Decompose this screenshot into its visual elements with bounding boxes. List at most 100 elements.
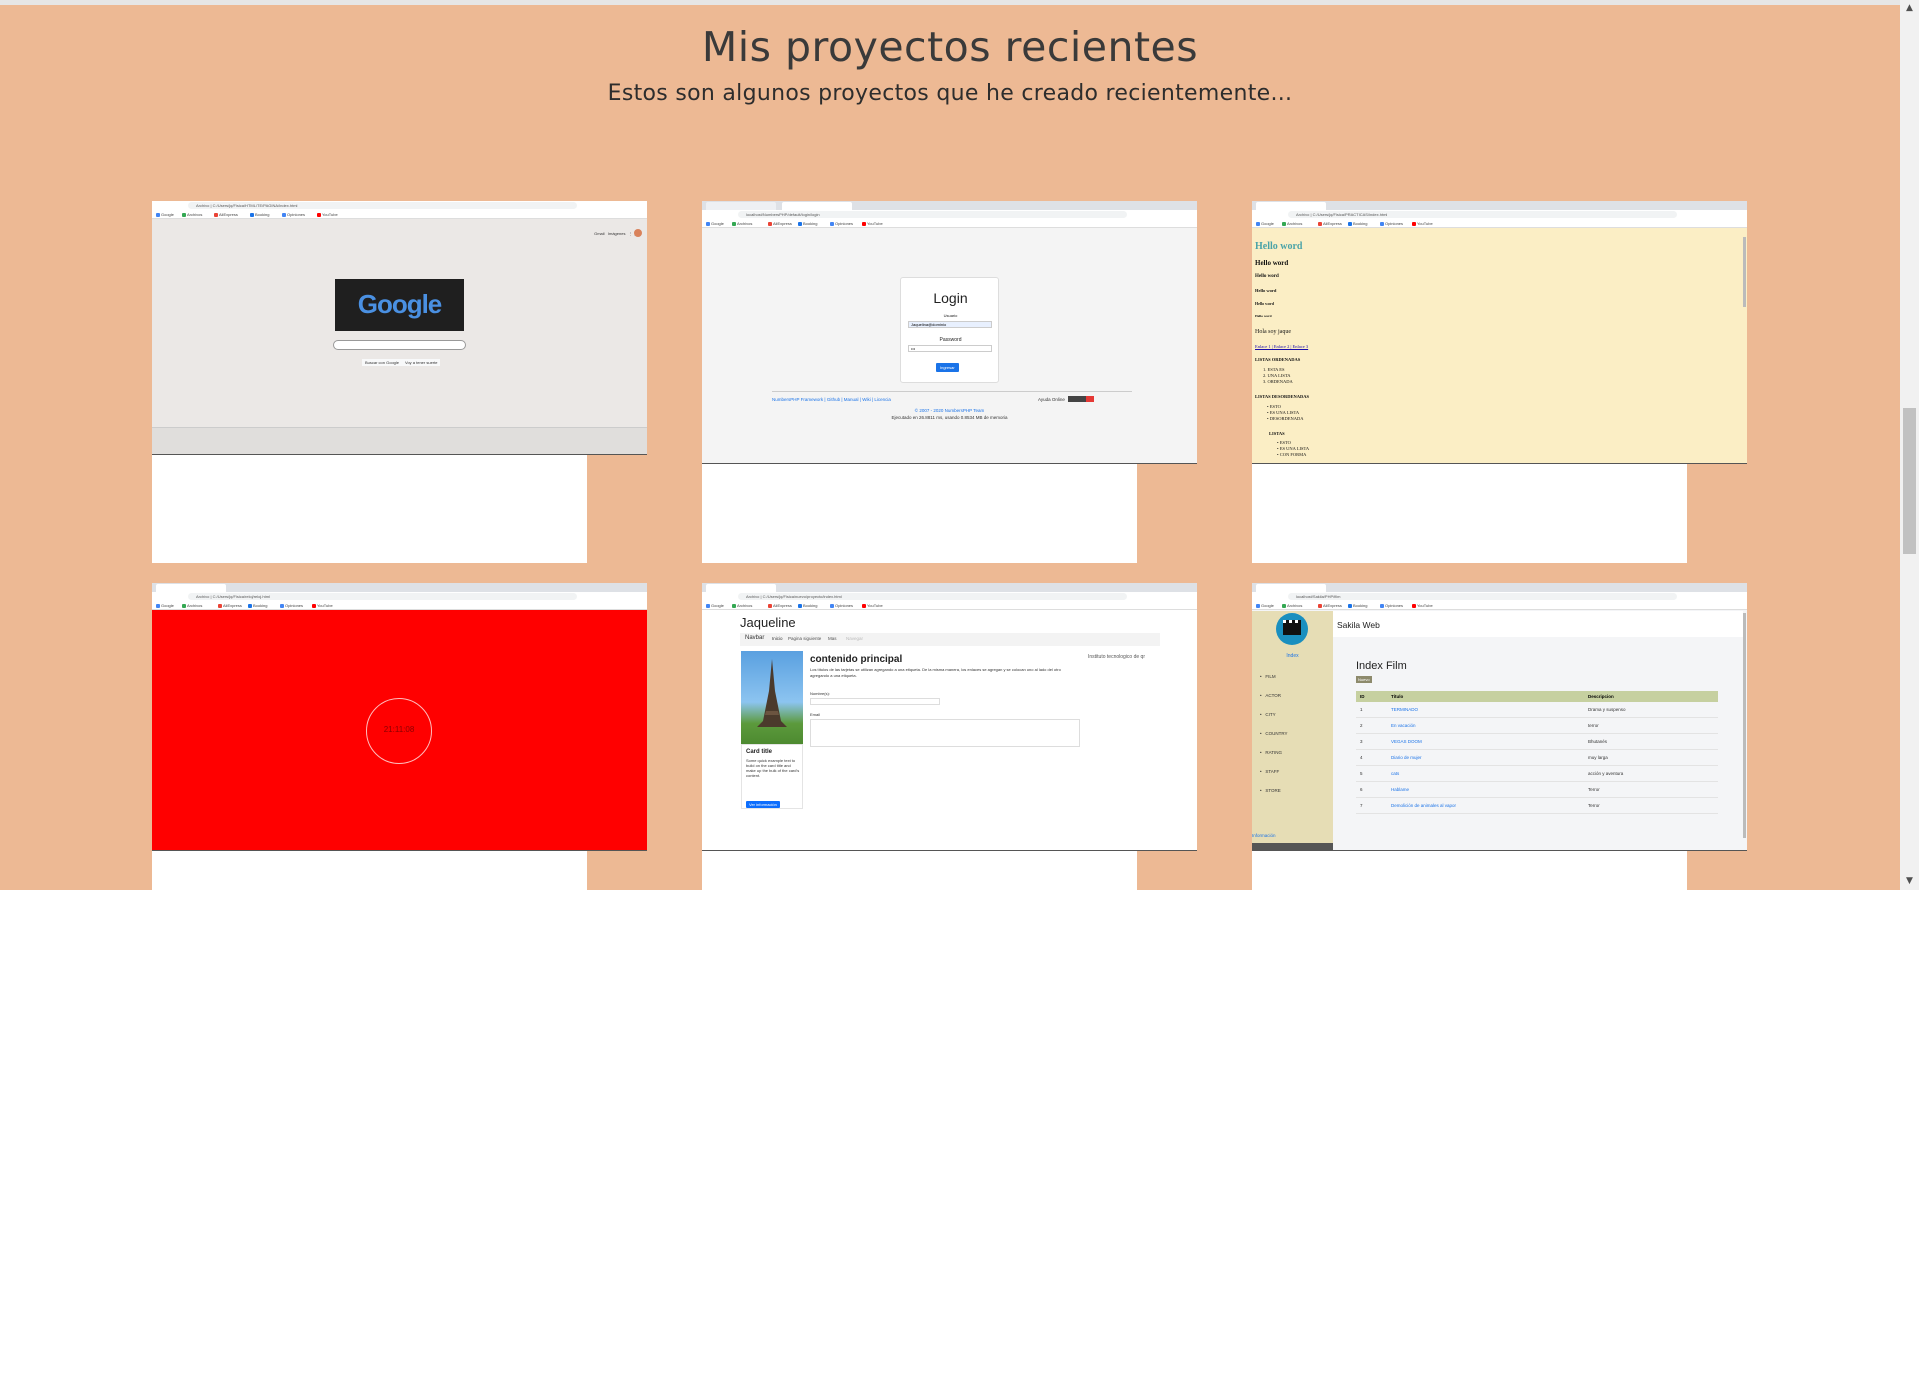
browser-tabs [702, 583, 1197, 592]
login-submit-button[interactable]: Ingresar [936, 363, 959, 372]
table-row[interactable]: 3 VEGAS DOOM Bhutanés [1356, 734, 1718, 750]
project-card-bootstrap[interactable]: Archivo | C:/Users/jq/Fisica/nuevo/proye… [702, 583, 1197, 890]
cell-description: Terror [1588, 803, 1600, 808]
page-scrollbar[interactable]: ▲ ▼ [1900, 0, 1919, 890]
google-search-input[interactable] [333, 340, 466, 350]
scroll-up-arrow-icon[interactable]: ▲ [1900, 0, 1919, 17]
table-row[interactable]: 5 cats acción y aventura [1356, 766, 1718, 782]
card-button[interactable]: Ver información [746, 801, 780, 808]
app-title: Sakila Web [1337, 620, 1380, 630]
project-screenshot[interactable]: Archivo | C:/Users/jq/Fisica/reloj/reloj… [152, 583, 647, 851]
sidebar-item-country[interactable]: • COUNTRY [1260, 724, 1288, 743]
project-screenshot[interactable]: Archivo | C:/Users/jq/Fisica/HTML/TE/PAG… [152, 201, 647, 455]
browser-tabs [702, 201, 1197, 210]
menu-label: STAFF [1265, 769, 1280, 774]
nested-item: ESTO [1279, 440, 1291, 445]
browser-address-bar: Archivo | C:/Users/jq/Fisica/HTML/TE/PAG… [152, 201, 647, 211]
login-footer-help: Ayuda Online [1038, 397, 1065, 402]
hello-intro: Hola soy jaque [1255, 329, 1291, 335]
browser-address-bar: Archivo | C:/Users/jq/Fisica/nuevo/proye… [702, 592, 1197, 602]
navbar-brand[interactable]: Navbar [745, 635, 764, 641]
table-row[interactable]: 7 Demolición de animales al vapor Terror [1356, 798, 1718, 814]
new-button[interactable]: Nuevo [1356, 676, 1372, 683]
cell-id: 5 [1360, 771, 1363, 776]
browser-url: Archivo | C:/Users/jq/Fisica/reloj/reloj… [188, 593, 577, 600]
project-card-clock[interactable]: Archivo | C:/Users/jq/Fisica/reloj/reloj… [152, 583, 647, 890]
google-lucky-button[interactable]: Voy a tener suerte [402, 359, 441, 366]
user-field[interactable]: Jaquelina@dominio [908, 321, 992, 328]
name-input[interactable] [810, 698, 940, 705]
project-screenshot[interactable]: Archivo | C:/Users/jq/Fisica/PRACTICAS/i… [1252, 201, 1747, 464]
sidebar-item-rating[interactable]: • RATING [1260, 743, 1288, 762]
menu-label: STORE [1265, 788, 1281, 793]
user-label: Usuario [943, 313, 958, 318]
inner-scrollbar[interactable] [1743, 613, 1746, 838]
nav-link-inicio[interactable]: Inicio [772, 636, 783, 641]
nav-link-disabled: Navegar [846, 636, 864, 641]
viewport: Mis proyectos recientes Estos son alguno… [0, 0, 1919, 890]
cell-description: Drama y suspenso [1588, 707, 1626, 712]
login-exec-time: Ejecutado en 26.8811 ms, usando 0.8534 M… [891, 415, 1008, 420]
project-card-google[interactable]: Archivo | C:/Users/jq/Fisica/HTML/TE/PAG… [152, 201, 647, 563]
password-field[interactable]: ••• [908, 345, 992, 352]
ul-item: DESORDENADA [1269, 416, 1304, 421]
bookmarks-bar: Google Archivos AliExpress Booking Opini… [152, 602, 647, 610]
sidebar-item-index[interactable]: Index [1252, 653, 1333, 659]
table-row[interactable]: 4 Diario de mujer muy larga [1356, 750, 1718, 766]
table-row[interactable]: 1 TERMINADO Drama y suspenso [1356, 702, 1718, 718]
sidebar-item-film[interactable]: • FILM [1260, 667, 1288, 686]
sidebar-info-link[interactable]: Información [1252, 833, 1276, 838]
nav-link-siguiente[interactable]: Pagina siguiente [788, 636, 821, 641]
ol-item: ESTA ES [1267, 367, 1285, 372]
section-subtitle: Estos son algunos proyectos que he cread… [607, 81, 1293, 106]
inner-scrollbar[interactable] [1743, 237, 1746, 307]
project-card-login[interactable]: localhost/NumbersPHP/default/login/login… [702, 201, 1197, 563]
login-footer-links[interactable]: NumbersPHP Framework | Github | Manual |… [772, 397, 891, 402]
projects-section: Mis proyectos recientes Estos son alguno… [0, 5, 1900, 890]
table-body: 1 TERMINADO Drama y suspenso 2 En vacación te… [1356, 702, 1718, 814]
browser-tabs [152, 583, 647, 592]
browser-tabs [1252, 201, 1747, 210]
ul-item: ES UNA LISTA [1269, 410, 1300, 415]
browser-url: Archivo | C:/Users/jq/Fisica/HTML/TE/PAG… [188, 202, 577, 209]
table-row[interactable]: 6 Hablame Terror [1356, 782, 1718, 798]
project-card-sakila[interactable]: localhost/Sakila/PHP/film Google Archivo… [1252, 583, 1747, 890]
project-screenshot[interactable]: localhost/NumbersPHP/default/login/login… [702, 201, 1197, 464]
table-row[interactable]: 2 En vacación terror [1356, 718, 1718, 734]
cell-id: 3 [1360, 739, 1363, 744]
google-search-button[interactable]: Buscar con Google [362, 359, 403, 366]
ol-item: UNA LISTA [1267, 373, 1291, 378]
project-card-hello[interactable]: Archivo | C:/Users/jq/Fisica/PRACTICAS/i… [1252, 201, 1747, 563]
ordered-list-title: LISTAS ORDENADAS [1255, 357, 1301, 362]
browser-url: Archivo | C:/Users/jq/Fisica/nuevo/proye… [738, 593, 1127, 600]
sidebar-item-actor[interactable]: • ACTOR [1260, 686, 1288, 705]
nav-link-mas[interactable]: Mas [828, 636, 837, 641]
sidebar-footer-bar [1252, 843, 1333, 850]
cell-title: TERMINADO [1391, 707, 1418, 712]
cell-title: Hablame [1391, 787, 1410, 792]
sidebar-item-staff[interactable]: • STAFF [1260, 762, 1288, 781]
films-table: ID Título Descripcion 1 TERMINADO Drama y … [1356, 691, 1718, 814]
login-footer-divider [772, 391, 1132, 392]
message-textarea[interactable] [810, 719, 1080, 747]
login-box: Login Usuario Jaquelina@dominio Password… [900, 277, 999, 383]
hello-links[interactable]: Enlace 1 | Enlace 2 | Enlace 3 [1255, 344, 1308, 349]
navbar: Navbar Inicio Pagina siguiente Mas Naveg… [740, 633, 1160, 646]
google-doodle: Google [335, 279, 464, 331]
browser-url: Archivo | C:/Users/jq/Fisica/PRACTICAS/i… [1288, 211, 1677, 218]
card-title: Card title [746, 749, 773, 755]
card-text: Some quick example text to build on the … [746, 758, 800, 778]
browser-address-bar: localhost/Sakila/PHP/film [1252, 592, 1747, 602]
cell-description: muy larga [1588, 755, 1608, 760]
project-screenshot[interactable]: localhost/Sakila/PHP/film Google Archivo… [1252, 583, 1747, 851]
ol-item: ORDENADA [1267, 379, 1293, 384]
scroll-down-arrow-icon[interactable]: ▼ [1900, 873, 1919, 890]
cell-id: 4 [1360, 755, 1363, 760]
project-screenshot[interactable]: Archivo | C:/Users/jq/Fisica/nuevo/proye… [702, 583, 1197, 851]
scroll-thumb[interactable] [1903, 408, 1916, 554]
clock-circle: 21:11:08 [366, 698, 432, 764]
hello-h1: Hello word [1255, 241, 1303, 252]
cell-title: En vacación [1391, 723, 1416, 728]
sidebar-item-store[interactable]: • STORE [1260, 781, 1288, 800]
sidebar-item-city[interactable]: • CITY [1260, 705, 1288, 724]
